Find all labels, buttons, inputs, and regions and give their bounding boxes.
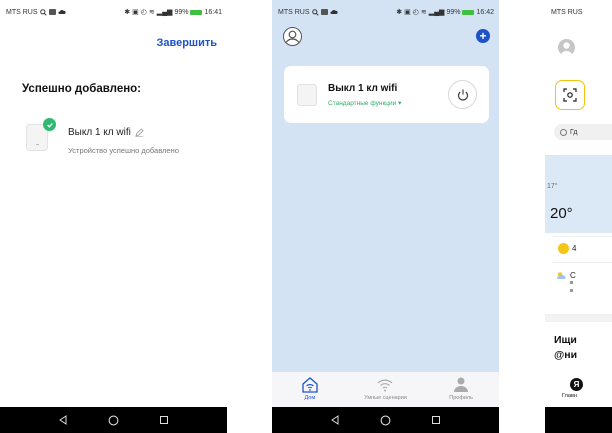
status-bar: MTS RUS (545, 0, 612, 24)
yandex-logo-icon[interactable]: Я (570, 378, 583, 391)
divider (553, 262, 612, 263)
battery-percent: 99% (446, 8, 461, 16)
alarm-icon: ◴ (140, 9, 147, 16)
list-item-label: С (570, 271, 576, 280)
screen-yandex-home: MTS RUS Гд 17° 20° 4 С Ищи @ни Я Главн (545, 0, 612, 433)
edit-pencil-icon[interactable] (135, 128, 144, 137)
battery-percent: 99% (174, 8, 189, 16)
profile-icon (454, 377, 469, 392)
notification-icon (48, 9, 56, 15)
system-nav-bar (0, 407, 227, 433)
back-nav-button[interactable] (328, 413, 342, 427)
carrier-label: MTS RUS (6, 8, 38, 16)
finish-button[interactable]: Завершить (156, 37, 217, 49)
camera-scan-icon (563, 88, 577, 102)
carrier-label: MTS RUS (551, 8, 583, 16)
device-card[interactable]: Выкл 1 кл wifi Стандартные функции ▾ (284, 66, 489, 123)
search-icon (39, 8, 47, 16)
clock: 16:41 (204, 8, 222, 16)
screen-device-added: MTS RUS ✱ ▣ ◴ ≋ ▂▄▆ 99% 16:41 Завершить … (0, 0, 227, 433)
home-nav-button[interactable] (106, 413, 120, 427)
screen-home: MTS RUS ✱ ▣ ◴ ≋ ▂▄▆ 99% 16:42 + Выкл 1 к… (272, 0, 499, 433)
alarm-icon: ◴ (412, 9, 419, 16)
list-item[interactable]: 4 (558, 243, 576, 254)
back-nav-button[interactable] (551, 413, 565, 427)
profile-avatar-icon[interactable] (283, 27, 302, 46)
tab-profile-label: Профиль (449, 395, 474, 401)
battery-icon (190, 9, 203, 15)
tab-profile[interactable]: Профиль (431, 376, 491, 401)
vibrate-icon: ▣ (404, 9, 411, 16)
back-nav-button[interactable] (56, 413, 70, 427)
power-toggle-button[interactable] (448, 80, 477, 109)
location-icon (560, 128, 567, 136)
carrier-label: MTS RUS (278, 8, 310, 16)
location-chip[interactable]: Гд (554, 124, 612, 140)
clock: 16:42 (476, 8, 494, 16)
page-title: Успешно добавлено: (22, 83, 142, 95)
battery-icon (462, 9, 475, 15)
wifi-status-icon: ≋ (148, 9, 155, 16)
weather-temperature: 20° (550, 205, 573, 222)
tab-smart-scenes-label: Умные сценарии (364, 395, 407, 401)
cloud-icon (57, 10, 66, 14)
tab-smart-scenes[interactable]: Умные сценарии (355, 376, 415, 401)
list-item-label: 4 (572, 244, 577, 253)
recents-nav-button[interactable] (157, 413, 171, 427)
cloud-icon (329, 10, 338, 14)
bottom-tab-bar: Дом Умные сценарии Профиль (272, 372, 499, 407)
bluetooth-icon: ✱ (396, 9, 403, 16)
success-check-icon (43, 118, 56, 131)
tab-home[interactable]: Дом (280, 376, 340, 401)
device-functions-link[interactable]: Стандартные функции ▾ (328, 99, 401, 107)
system-nav-bar (272, 407, 499, 433)
camera-scan-button[interactable] (555, 80, 585, 110)
system-nav-bar (545, 407, 612, 433)
status-bar: MTS RUS ✱ ▣ ◴ ≋ ▂▄▆ 99% 16:42 (272, 0, 499, 24)
device-name: Выкл 1 кл wifi (68, 127, 131, 138)
notification-icon (320, 9, 328, 15)
device-name: Выкл 1 кл wifi (328, 83, 398, 94)
device-name-row[interactable]: Выкл 1 кл wifi (68, 127, 144, 138)
tab-main-label: Главн (562, 393, 577, 399)
device-status-text: Устройство успешно добавлено (68, 146, 179, 155)
section-divider (545, 314, 612, 322)
add-device-button[interactable]: + (476, 29, 490, 43)
vibrate-icon: ▣ (132, 9, 139, 16)
wifi-icon (378, 379, 393, 392)
bluetooth-icon: ✱ (124, 9, 131, 16)
home-nav-button[interactable] (378, 413, 392, 427)
list-item[interactable]: С (556, 271, 576, 297)
profile-avatar-icon[interactable] (558, 39, 575, 56)
wifi-status-icon: ≋ (420, 9, 427, 16)
weather-card[interactable]: 17° 20° (545, 155, 612, 233)
promo-heading-line1: Ищи (554, 334, 577, 346)
device-image (297, 84, 317, 106)
home-wifi-icon (302, 377, 318, 393)
cloud-sun-icon (557, 272, 566, 279)
status-bar: MTS RUS ✱ ▣ ◴ ≋ ▂▄▆ 99% 16:41 (0, 0, 227, 24)
promo-heading-line2: @ни (554, 349, 578, 361)
weather-feels-like: 17° (547, 183, 558, 190)
sun-icon (558, 243, 569, 254)
power-icon (457, 89, 468, 101)
recents-nav-button[interactable] (429, 413, 443, 427)
divider (553, 236, 612, 237)
signal-icon: ▂▄▆ (156, 9, 173, 16)
signal-icon: ▂▄▆ (428, 9, 445, 16)
bottom-tab-bar: Я Главн (545, 371, 612, 407)
search-icon (311, 8, 319, 16)
tab-home-label: Дом (304, 395, 316, 401)
location-chip-label: Гд (570, 128, 578, 136)
